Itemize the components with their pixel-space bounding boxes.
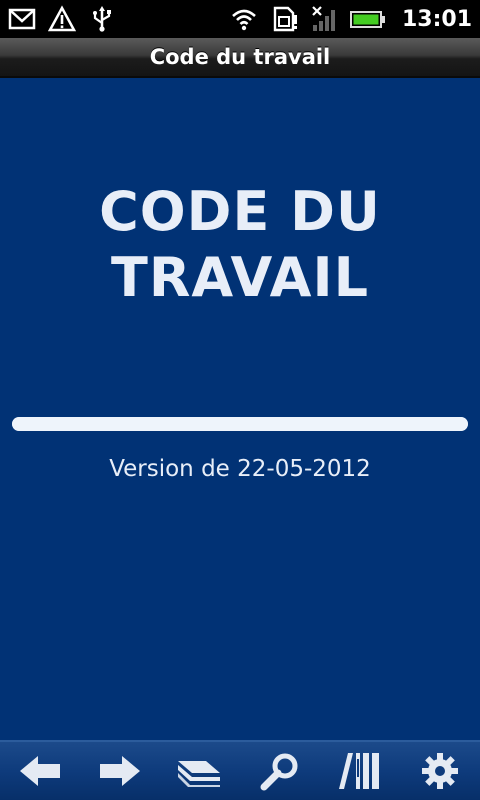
loading-progress-bar (12, 417, 468, 431)
usb-icon (93, 6, 111, 32)
status-bar: 13:01 (0, 0, 480, 38)
book-icon (178, 761, 220, 787)
forward-button[interactable] (90, 743, 150, 799)
bottom-toolbar (0, 740, 480, 800)
main-content: CODE DU TRAVAIL Version de 22-05-2012 (0, 78, 480, 740)
settings-icon (422, 753, 458, 789)
notification-icons (8, 5, 116, 33)
warning-icon (48, 5, 76, 32)
library-button[interactable] (330, 743, 390, 799)
battery-icon (349, 11, 385, 28)
book-button[interactable] (170, 743, 230, 799)
progress-fill (12, 417, 468, 431)
system-icons: 13:01 (230, 5, 472, 33)
clock: 13:01 (401, 6, 472, 32)
book-title: CODE DU TRAVAIL (99, 180, 381, 309)
search-icon (260, 753, 298, 791)
signal-icon (312, 6, 335, 31)
search-button[interactable] (250, 743, 310, 799)
gmail-icon (8, 8, 36, 30)
back-button[interactable] (10, 743, 70, 799)
app-title: Code du travail (149, 45, 331, 69)
app-screen: 13:01 Code du travail CODE DU TRAVAIL Ve… (0, 0, 480, 800)
forward-icon (100, 756, 140, 786)
settings-button[interactable] (410, 743, 470, 799)
library-icon (339, 753, 379, 789)
title-bar: Code du travail (0, 38, 480, 78)
sim-icon (273, 6, 297, 32)
back-icon (20, 756, 60, 786)
version-label: Version de 22-05-2012 (109, 456, 371, 482)
wifi-icon (232, 9, 256, 31)
